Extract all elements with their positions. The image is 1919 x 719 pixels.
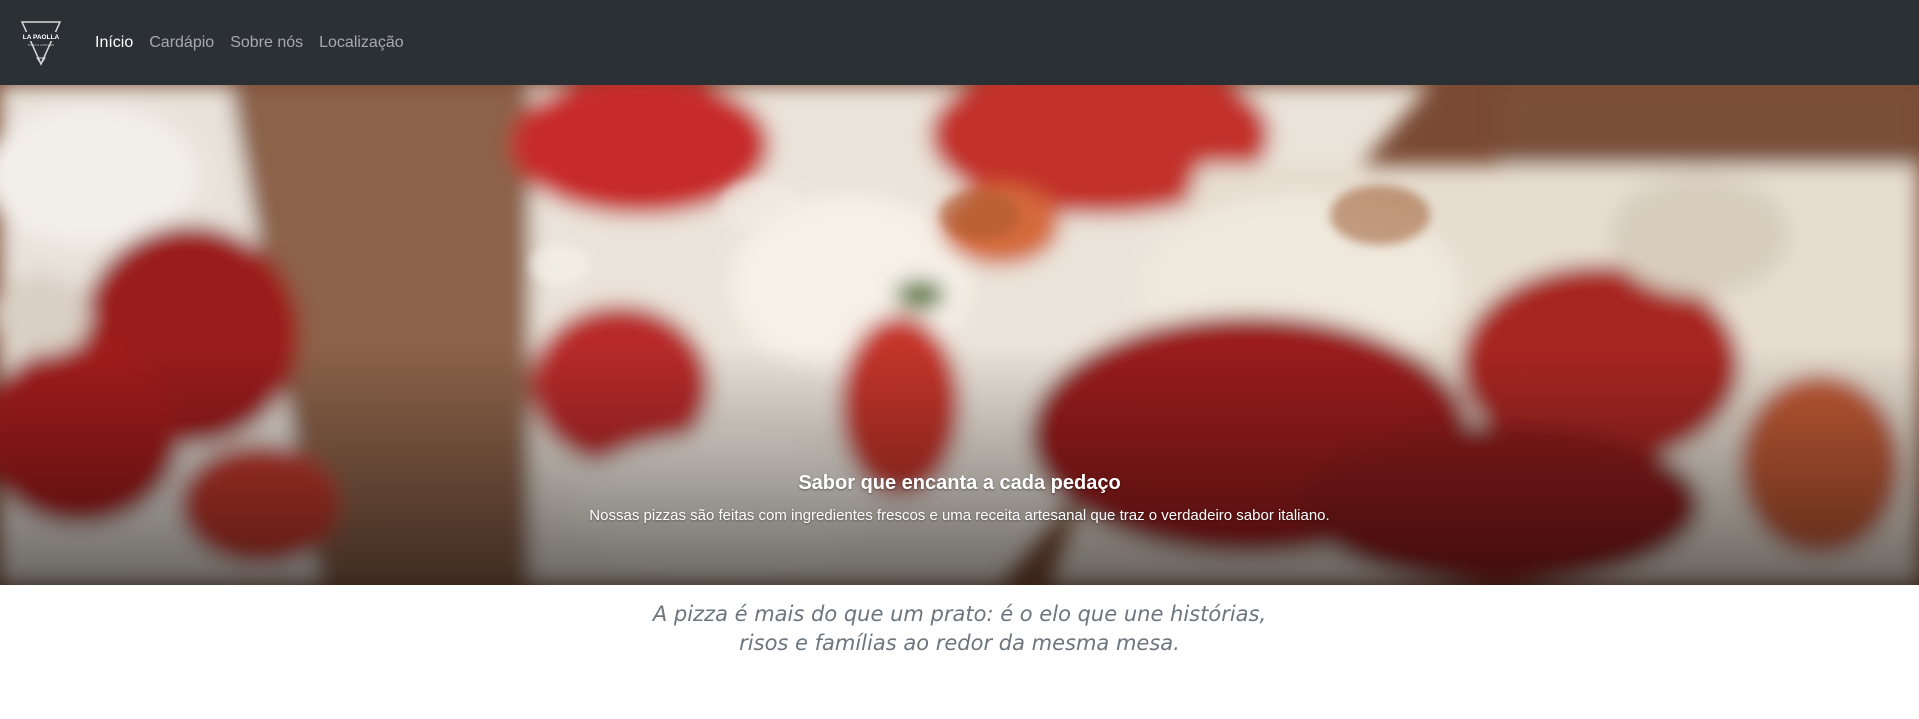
nav-menu: Início Cardápio Sobre nós Localização bbox=[95, 0, 420, 85]
hero-caption: Sabor que encanta a cada pedaço Nossas p… bbox=[0, 472, 1919, 524]
nav-item-localizacao[interactable]: Localização bbox=[319, 34, 404, 52]
nav-item-cardapio[interactable]: Cardápio bbox=[149, 34, 214, 52]
logo-icon: LA PAOLLA PIZZA & LANCHES bbox=[20, 21, 62, 66]
hero-overlay bbox=[0, 345, 1919, 585]
quote-section: A pizza é mais do que um prato: é o elo … bbox=[0, 600, 1919, 658]
nav-item-sobre-nos[interactable]: Sobre nós bbox=[230, 34, 303, 52]
hero-title: Sabor que encanta a cada pedaço bbox=[798, 472, 1121, 494]
quote-line-1: A pizza é mais do que um prato: é o elo … bbox=[652, 602, 1267, 626]
hero-banner: Sabor que encanta a cada pedaço Nossas p… bbox=[0, 85, 1919, 585]
brand-logo[interactable]: LA PAOLLA PIZZA & LANCHES bbox=[20, 20, 62, 66]
top-navbar: LA PAOLLA PIZZA & LANCHES Início Cardápi… bbox=[0, 0, 1919, 85]
logo-tagline: PIZZA & LANCHES bbox=[28, 43, 54, 47]
quote-line-2: risos e famílias ao redor da mesma mesa. bbox=[739, 631, 1180, 655]
logo-text: LA PAOLLA bbox=[23, 34, 60, 41]
hero-subtitle: Nossas pizzas são feitas com ingrediente… bbox=[589, 507, 1330, 524]
nav-item-inicio[interactable]: Início bbox=[95, 34, 133, 52]
